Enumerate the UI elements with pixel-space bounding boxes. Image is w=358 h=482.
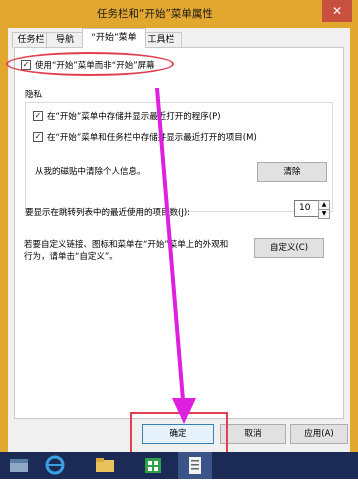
internet-explorer-icon[interactable] (38, 452, 72, 479)
taskbar-properties-icon[interactable] (178, 452, 212, 479)
file-explorer-icon[interactable] (2, 452, 36, 479)
taskbar (0, 452, 358, 479)
store-icon[interactable] (136, 452, 170, 479)
folder-icon[interactable] (88, 452, 122, 479)
tab-start-menu[interactable]: “开始”菜单 (82, 28, 146, 48)
annotation-arrow (155, 87, 196, 424)
